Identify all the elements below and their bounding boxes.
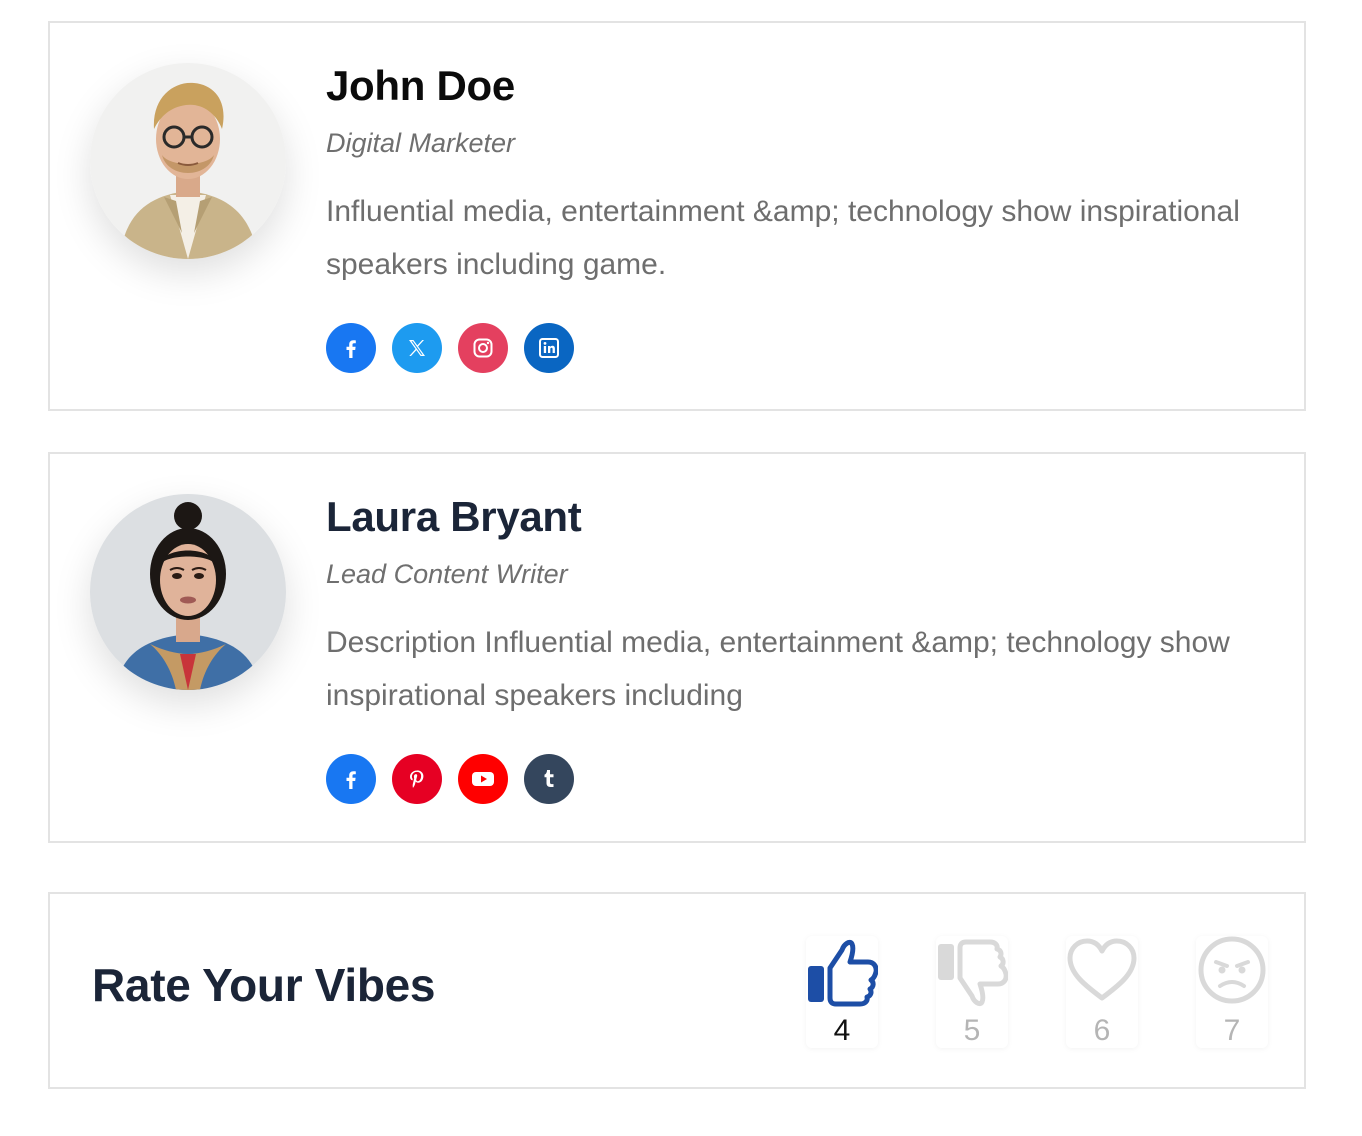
avatar [90,494,286,690]
reaction-heart-button[interactable]: 6 [1066,936,1138,1048]
reaction-angry-button[interactable]: 7 [1196,936,1268,1048]
youtube-link[interactable] [458,754,508,804]
linkedin-link[interactable] [524,323,574,373]
thumbs-up-icon [808,939,878,1007]
profile-description: Description Influential media, entertain… [326,626,1230,712]
facebook-icon [346,340,356,358]
reaction-count: 7 [1223,1014,1241,1047]
instagram-link[interactable] [458,323,508,373]
facebook-link[interactable] [326,754,376,804]
x-twitter-link[interactable] [392,323,442,373]
heart-icon [1067,938,1137,1001]
reaction-count: 4 [833,1014,851,1047]
x-twitter-icon [409,340,425,356]
facebook-icon [346,771,356,789]
linkedin-icon [539,338,559,358]
instagram-icon [473,338,493,358]
facebook-link[interactable] [326,323,376,373]
profile-info: John Doe Digital Marketer Influential me… [326,63,1264,373]
youtube-icon [472,772,494,786]
reaction-thumbs-down-button[interactable]: 5 [936,936,1008,1048]
avatar [90,63,286,259]
profile-role: Digital Marketer [326,128,516,158]
reaction-count: 5 [963,1014,981,1047]
profile-card-john-doe: John Doe Digital Marketer Influential me… [48,21,1306,411]
vibes-title: Rate Your Vibes [92,959,436,1011]
profile-name: Laura Bryant [326,493,582,540]
social-links [326,323,1264,373]
pinterest-link[interactable] [392,754,442,804]
profile-card-laura-bryant: Laura Bryant Lead Content Writer Descrip… [48,452,1306,843]
thumbs-down-icon [938,939,1008,1007]
reaction-thumbs-up-button[interactable]: 4 [806,936,878,1048]
tumblr-icon [544,770,554,787]
tumblr-link[interactable] [524,754,574,804]
rate-your-vibes-card: Rate Your Vibes 4 5 6 7 [48,892,1306,1089]
profile-info: Laura Bryant Lead Content Writer Descrip… [326,494,1264,804]
profile-name: John Doe [326,62,515,109]
angry-face-icon [1198,936,1266,1004]
social-links [326,754,1264,804]
profile-role: Lead Content Writer [326,559,568,589]
profile-description: Influential media, entertainment &amp; t… [326,195,1240,281]
reaction-count: 6 [1093,1014,1111,1047]
pinterest-icon [410,770,424,788]
